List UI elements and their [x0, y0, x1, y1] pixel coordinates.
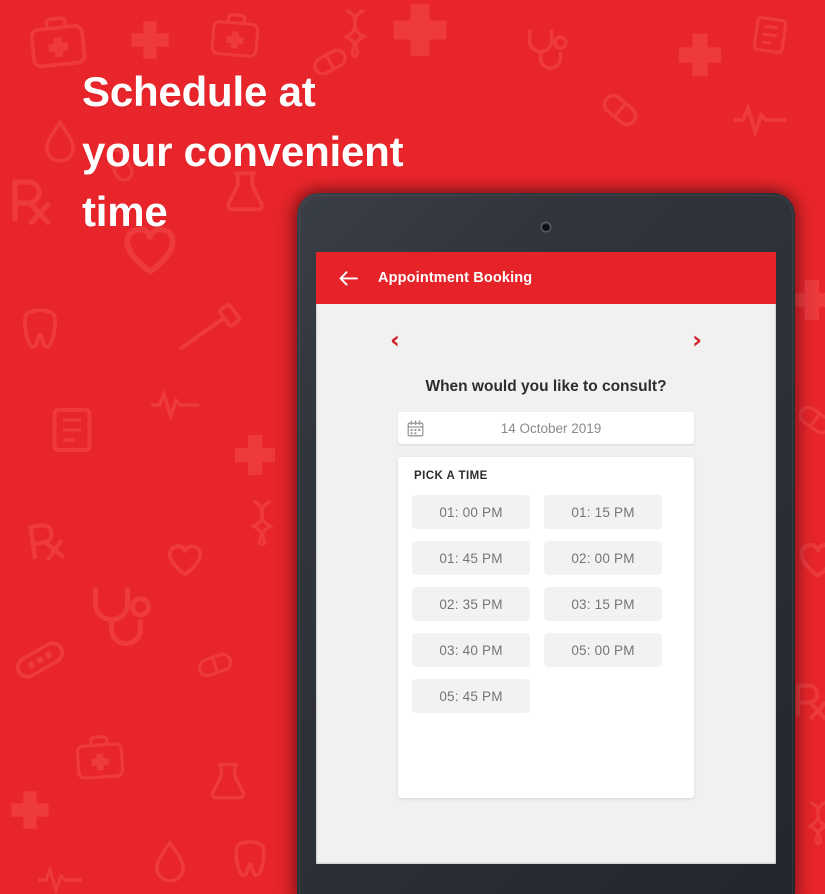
chevron-right-icon[interactable]: › — [692, 328, 702, 352]
pick-a-time-card: PICK A TIME 01: 00 PM 01: 15 PM 01: 45 P… — [398, 457, 694, 798]
app-bar: Appointment Booking — [316, 252, 776, 304]
time-slot-chip[interactable]: 03: 15 PM — [544, 587, 662, 621]
device-screen: Appointment Booking ‹ › When would you l… — [316, 252, 776, 864]
consult-question-label: When would you like to consult? — [425, 378, 667, 395]
time-slot-chip[interactable]: 05: 00 PM — [544, 633, 662, 667]
pick-a-time-label: PICK A TIME — [414, 470, 488, 482]
promo-headline: Schedule at your convenient time — [82, 68, 404, 235]
time-slot-chip[interactable]: 01: 15 PM — [544, 495, 662, 529]
month-navigation: ‹ › — [316, 316, 776, 364]
selected-date-value: 14 October 2019 — [500, 420, 602, 436]
time-slot-chip[interactable]: 05: 45 PM — [412, 679, 530, 713]
app-bar-title: Appointment Booking — [378, 270, 533, 286]
time-slot-grid: 01: 00 PM 01: 15 PM 01: 45 PM 02: 00 PM … — [398, 495, 694, 713]
front-camera-icon — [542, 223, 550, 231]
chevron-left-icon[interactable]: ‹ — [390, 328, 400, 352]
tablet-device-frame: Appointment Booking ‹ › When would you l… — [297, 193, 795, 894]
arrow-left-icon[interactable] — [338, 268, 358, 288]
time-slot-chip[interactable]: 03: 40 PM — [412, 633, 530, 667]
calendar-icon — [398, 419, 432, 437]
time-slot-chip[interactable]: 02: 00 PM — [544, 541, 662, 575]
time-slot-chip[interactable]: 02: 35 PM — [412, 587, 530, 621]
time-slot-chip[interactable]: 01: 45 PM — [412, 541, 530, 575]
time-slot-chip[interactable]: 01: 00 PM — [412, 495, 530, 529]
date-picker-field[interactable]: 14 October 2019 — [398, 412, 694, 444]
